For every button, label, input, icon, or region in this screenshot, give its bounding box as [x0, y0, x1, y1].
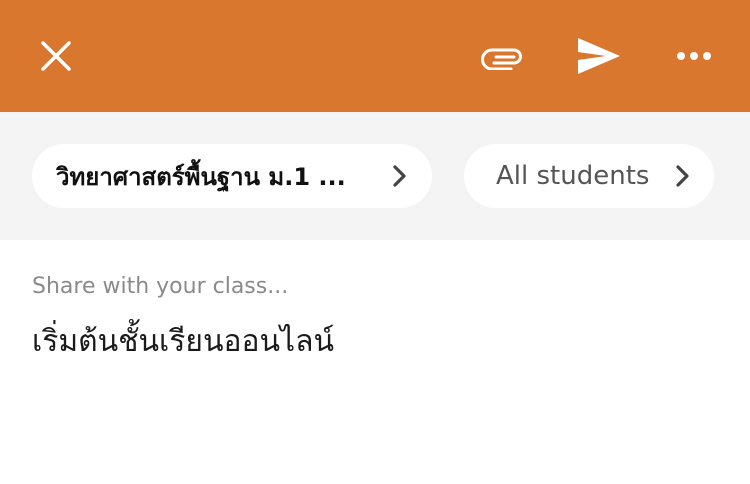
chevron-right-icon — [393, 165, 406, 187]
post-target-bar: วิทยาศาสตร์พื้นฐาน ม.1 ... All students — [0, 112, 750, 240]
more-horizontal-icon — [677, 52, 711, 60]
class-selector-label: วิทยาศาสตร์พื้นฐาน ม.1 ... — [56, 162, 346, 191]
chevron-right-icon — [676, 165, 689, 187]
audience-selector[interactable]: All students — [464, 144, 714, 208]
paperclip-icon — [481, 48, 522, 70]
close-button[interactable] — [32, 32, 80, 80]
more-options-button[interactable] — [672, 32, 716, 80]
composer-prompt: Share with your class... — [32, 274, 289, 299]
class-selector[interactable]: วิทยาศาสตร์พื้นฐาน ม.1 ... — [32, 144, 432, 208]
audience-selector-label: All students — [496, 161, 650, 191]
send-icon — [578, 38, 620, 74]
send-button[interactable] — [574, 32, 624, 80]
post-composer[interactable]: Share with your class... เริ่มต้นชั้นเรี… — [0, 240, 750, 484]
post-text-input[interactable]: เริ่มต้นชั้นเรียนออนไลน์ — [32, 318, 718, 365]
top-app-bar — [0, 0, 750, 112]
close-icon — [41, 41, 71, 71]
attach-button[interactable] — [476, 32, 528, 80]
